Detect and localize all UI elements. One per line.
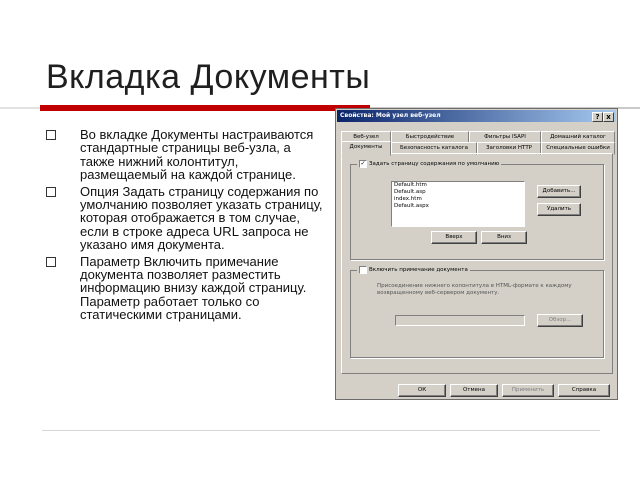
- checkbox-icon: [359, 266, 367, 274]
- default-documents-list[interactable]: Default.htm Default.asp index.htm Defaul…: [391, 181, 525, 227]
- list-item[interactable]: Default.aspx: [392, 203, 524, 210]
- dialog-title: Свойства: Мой узел веб-узел: [340, 112, 441, 119]
- ok-button[interactable]: ОК: [398, 384, 446, 397]
- footer-description: Присоединение нижнего колонтитула в HTML…: [377, 283, 572, 296]
- move-down-button[interactable]: Вниз: [481, 231, 527, 244]
- default-document-label: Задать страницу содержания по умолчанию: [369, 161, 500, 167]
- default-document-checkbox[interactable]: ✓ Задать страницу содержания по умолчани…: [357, 160, 502, 168]
- footer-file-field[interactable]: [395, 315, 525, 326]
- square-bullet-icon: [46, 186, 56, 197]
- document-footer-checkbox[interactable]: Включить примечание документа: [357, 266, 470, 274]
- close-icon[interactable]: x: [603, 112, 614, 122]
- browse-button[interactable]: Обзор...: [537, 314, 583, 327]
- footer-divider: [42, 430, 600, 431]
- document-footer-group: Включить примечание документа Присоедине…: [350, 266, 604, 358]
- add-button[interactable]: Добавить...: [537, 185, 581, 198]
- properties-dialog: Свойства: Мой узел веб-узел ? x Веб-узел…: [335, 108, 618, 400]
- help-icon[interactable]: ?: [592, 112, 603, 122]
- remove-button[interactable]: Удалить: [537, 203, 581, 216]
- list-item[interactable]: Default.asp: [392, 189, 524, 196]
- bullet-list: Во вкладке Документы настраиваются станд…: [46, 128, 326, 325]
- square-bullet-icon: [46, 130, 56, 140]
- slide-title: Вкладка Документы: [46, 58, 371, 96]
- documents-panel: ✓ Задать страницу содержания по умолчани…: [341, 153, 613, 374]
- document-footer-label: Включить примечание документа: [369, 267, 468, 273]
- bullet-item: Опция Задать страницу содержания по умол…: [46, 184, 326, 252]
- checkbox-checked-icon: ✓: [359, 160, 367, 168]
- tab-documents[interactable]: Документы: [341, 141, 391, 156]
- bullet-item: Во вкладке Документы настраиваются станд…: [46, 128, 326, 182]
- help-button[interactable]: Справка: [558, 384, 610, 397]
- square-bullet-icon: [46, 256, 56, 267]
- cancel-button[interactable]: Отмена: [450, 384, 498, 397]
- list-item[interactable]: Default.htm: [392, 182, 524, 189]
- bullet-item: Параметр Включить примечание документа п…: [46, 254, 326, 322]
- dialog-titlebar: Свойства: Мой узел веб-узел ? x: [337, 110, 616, 122]
- default-document-group: ✓ Задать страницу содержания по умолчани…: [350, 160, 604, 260]
- move-up-button[interactable]: Вверх: [431, 231, 477, 244]
- apply-button[interactable]: Применить: [502, 384, 554, 397]
- list-item[interactable]: index.htm: [392, 196, 524, 203]
